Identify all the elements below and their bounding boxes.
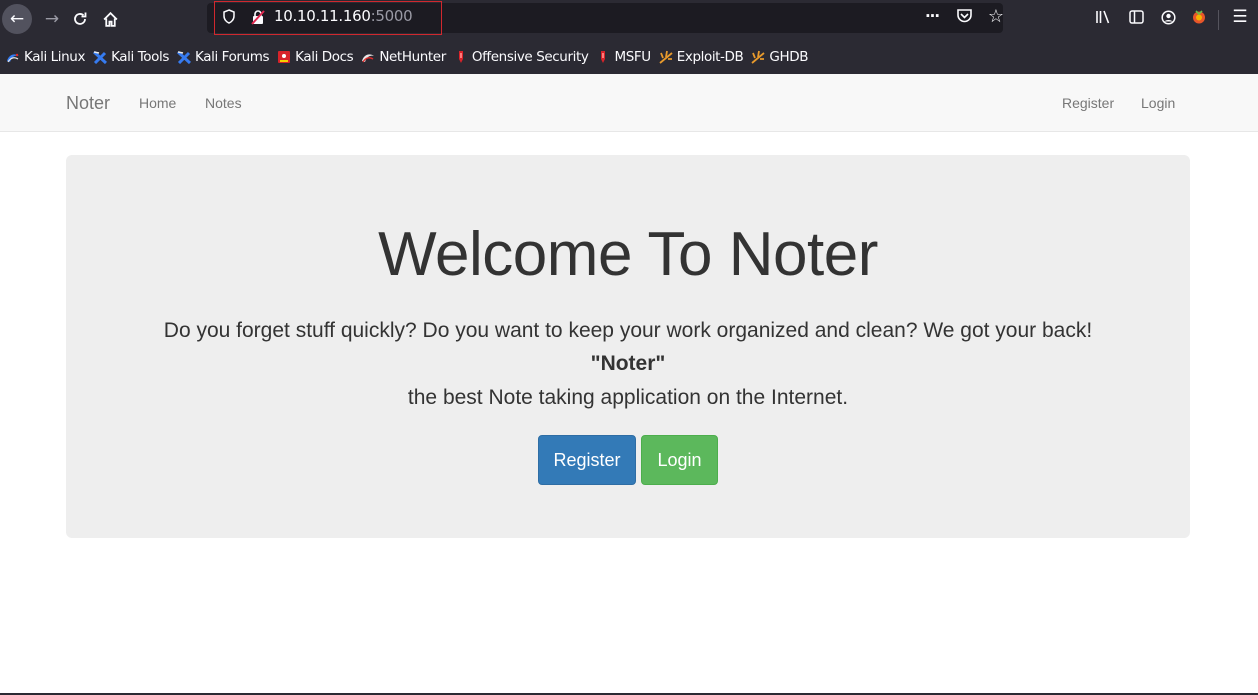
bookmark-label: Kali Docs <box>295 49 354 65</box>
reload-icon <box>74 12 87 25</box>
bookmark-label: Kali Tools <box>111 49 169 65</box>
bookmark-label: MSFU <box>614 49 651 65</box>
back-button[interactable]: ← <box>2 4 32 34</box>
bookmark-nethunter[interactable]: NetHunter <box>361 49 446 65</box>
bookmark-label: Offensive Security <box>471 49 589 65</box>
nav-link-home[interactable]: Home <box>139 95 176 111</box>
bookmark-exploit-db[interactable]: Exploit-DB <box>659 49 744 65</box>
app-menu-button[interactable]: ☰ <box>1229 6 1251 28</box>
nav-link-notes[interactable]: Notes <box>205 95 242 111</box>
pocket-icon <box>956 9 972 23</box>
bookmark-label: GHDB <box>769 49 809 65</box>
welcome-jumbotron: Welcome To Noter Do you forget stuff qui… <box>66 155 1190 538</box>
forward-button[interactable]: → <box>38 5 66 33</box>
extension-button[interactable] <box>1188 6 1210 28</box>
browser-toolbar: ← → 10.10.11.160:5000 ··· ☆ ☰ <box>0 0 1258 40</box>
offsec-icon <box>454 50 468 64</box>
url-actions: ··· ☆ <box>922 5 1006 27</box>
kali-forums-icon <box>176 50 192 65</box>
login-button[interactable]: Login <box>641 435 718 485</box>
url-text[interactable]: 10.10.11.160:5000 <box>274 7 413 25</box>
kali-dragon-icon <box>6 50 20 64</box>
exploitdb-icon <box>659 50 673 64</box>
site-navbar: Noter Home Notes Register Login <box>0 74 1258 132</box>
library-button[interactable] <box>1092 6 1114 28</box>
bookmark-label: NetHunter <box>379 49 446 65</box>
nethunter-icon <box>361 50 375 64</box>
app-name-quote: "Noter" <box>590 352 666 375</box>
toolbar-separator <box>1218 10 1219 30</box>
register-button[interactable]: Register <box>538 435 636 485</box>
hamburger-menu-icon: ☰ <box>1232 7 1248 27</box>
welcome-subtitle: the best Note taking application on the … <box>407 386 849 409</box>
bookmark-kali-docs[interactable]: Kali Docs <box>277 49 354 65</box>
account-button[interactable] <box>1157 6 1179 28</box>
kali-docs-icon <box>277 50 291 64</box>
ghdb-icon <box>751 50 765 64</box>
url-port: :5000 <box>370 7 413 25</box>
insecure-lock-icon[interactable] <box>250 9 266 25</box>
account-icon <box>1160 9 1176 25</box>
home-button[interactable] <box>96 5 124 33</box>
url-host: 10.10.11.160 <box>274 7 371 25</box>
arrow-left-icon: ← <box>9 9 25 29</box>
ellipsis-icon: ··· <box>924 7 940 25</box>
bookmark-kali-tools[interactable]: Kali Tools <box>93 49 169 65</box>
extension-icon <box>1193 10 1205 24</box>
bookmark-kali-forums[interactable]: Kali Forums <box>176 49 270 65</box>
bookmark-msfu[interactable]: MSFU <box>596 49 651 65</box>
tracking-shield-icon[interactable] <box>222 9 235 25</box>
bookmark-star-button[interactable]: ☆ <box>986 5 1006 27</box>
arrow-right-icon: → <box>44 9 60 29</box>
sidebar-button[interactable] <box>1125 6 1147 28</box>
navbar-brand[interactable]: Noter <box>66 93 110 114</box>
bookmarks-toolbar: Kali Linux Kali Tools Kali Forums Kali D… <box>0 40 1258 74</box>
msfu-icon <box>596 50 610 64</box>
bookmark-kali-linux[interactable]: Kali Linux <box>6 49 85 65</box>
reload-button[interactable] <box>66 5 94 33</box>
nav-link-register[interactable]: Register <box>1062 95 1114 111</box>
sidebar-icon <box>1128 10 1144 24</box>
bookmark-label: Kali Linux <box>24 49 86 65</box>
bookmark-label: Exploit-DB <box>676 49 744 65</box>
bookmark-ghdb[interactable]: GHDB <box>751 49 808 65</box>
bookmark-offensive-security[interactable]: Offensive Security <box>454 49 589 65</box>
nav-link-login[interactable]: Login <box>1141 95 1175 111</box>
bookmark-label: Kali Forums <box>195 49 270 65</box>
kali-tools-icon <box>93 50 108 65</box>
welcome-tagline: Do you forget stuff quickly? Do you want… <box>163 319 1093 342</box>
page-title: Welcome To Noter <box>378 220 878 289</box>
pocket-button[interactable] <box>954 6 974 26</box>
star-icon: ☆ <box>987 5 1005 27</box>
home-icon <box>102 11 118 27</box>
page-actions-button[interactable]: ··· <box>922 6 942 26</box>
library-icon <box>1096 10 1110 24</box>
